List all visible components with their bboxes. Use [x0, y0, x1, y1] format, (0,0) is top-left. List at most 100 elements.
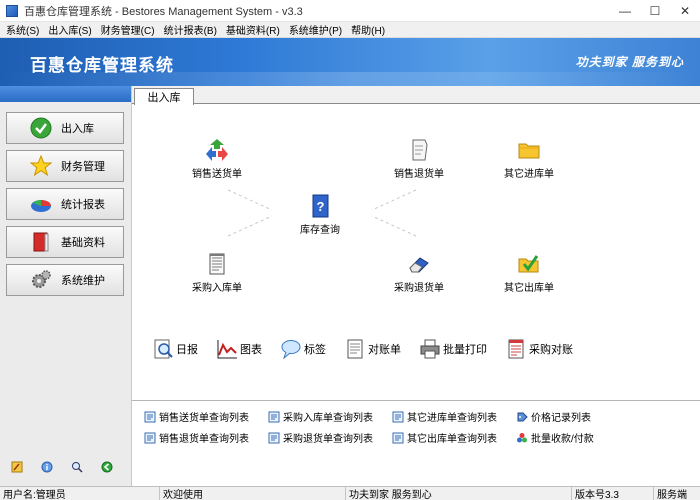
tool-row: 日报 图表 标签 对账单 批量打印 采购对账 — [152, 338, 591, 360]
folder-icon — [515, 136, 543, 164]
stock-query-label: 库存查询 — [300, 225, 340, 236]
main-content: 出入库 销售送货单 销售退货单 其它进库单 ? 库存查询 采购入库单 采购退货单… — [132, 86, 700, 486]
folder-check-icon — [515, 250, 543, 278]
link-label: 批量收款/付款 — [531, 434, 594, 445]
status-version: 版本号3.3 — [572, 487, 654, 500]
statement-label: 对账单 — [368, 344, 401, 356]
back-icon[interactable] — [100, 460, 114, 474]
sidebar: 出入库 财务管理 统计报表 基础资料 系统维护 — [0, 86, 132, 486]
svg-text:?: ? — [317, 199, 325, 214]
sidebar-item-reports[interactable]: 统计报表 — [6, 188, 124, 220]
chart-button[interactable]: 图表 — [216, 338, 262, 360]
daily-report-button[interactable]: 日报 — [152, 338, 198, 360]
other-in-button[interactable]: 其它进库单 — [504, 136, 554, 180]
status-bar: 用户名:管理员 欢迎使用 功夫到家 服务到心 版本号3.3 服务端 — [0, 486, 700, 500]
sidebar-item-maintenance[interactable]: 系统维护 — [6, 264, 124, 296]
sidebar-bottom-toolbar — [10, 460, 114, 474]
link-sales-delivery-list[interactable]: 销售送货单查询列表 — [144, 409, 268, 424]
app-icon — [6, 4, 18, 17]
link-price-record-list[interactable]: 价格记录列表 — [516, 409, 640, 424]
sidebar-header-strip — [0, 86, 131, 102]
link-other-out-list[interactable]: 其它出库单查询列表 — [392, 430, 516, 445]
status-user: 用户名:管理员 — [0, 487, 160, 500]
chart-label: 图表 — [240, 344, 262, 356]
purchase-reconcile-label: 采购对账 — [529, 344, 573, 356]
stock-query-button[interactable]: ? 库存查询 — [300, 192, 340, 236]
line-chart-icon — [216, 338, 238, 360]
sidebar-item-label: 基础资料 — [61, 237, 105, 249]
link-other-in-list[interactable]: 其它进库单查询列表 — [392, 409, 516, 424]
edit-icon[interactable] — [10, 460, 24, 474]
batch-print-button[interactable]: 批量打印 — [419, 338, 487, 360]
magnifier-icon — [152, 338, 174, 360]
sales-return-button[interactable]: 销售退货单 — [394, 136, 444, 180]
link-label: 其它进库单查询列表 — [407, 413, 497, 424]
price-icon — [516, 411, 528, 423]
maximize-icon[interactable]: ☐ — [640, 0, 670, 22]
link-label: 销售送货单查询列表 — [159, 413, 249, 424]
link-purchase-in-list[interactable]: 采购入库单查询列表 — [268, 409, 392, 424]
other-in-label: 其它进库单 — [504, 169, 554, 180]
menu-basic-data[interactable]: 基础资料(R) — [223, 22, 283, 37]
purchase-in-label: 采购入库单 — [192, 283, 242, 294]
label-label: 标签 — [304, 344, 326, 356]
search-icon[interactable] — [70, 460, 84, 474]
other-out-label: 其它出库单 — [504, 283, 554, 294]
menu-system[interactable]: 系统(S) — [3, 22, 42, 37]
list-icon — [392, 411, 404, 423]
menu-reports[interactable]: 统计报表(B) — [161, 22, 220, 37]
menu-help[interactable]: 帮助(H) — [348, 22, 388, 37]
header-banner: 百惠仓库管理系统 功夫到家 服务到心 — [0, 38, 700, 86]
sales-return-label: 销售退货单 — [394, 169, 444, 180]
close-icon[interactable]: ✕ — [670, 0, 700, 22]
sidebar-item-basic-data[interactable]: 基础资料 — [6, 226, 124, 258]
status-slogan: 功夫到家 服务到心 — [346, 487, 572, 500]
sidebar-item-label: 出入库 — [61, 123, 94, 135]
link-label: 其它出库单查询列表 — [407, 434, 497, 445]
statement-button[interactable]: 对账单 — [344, 338, 401, 360]
batch-print-label: 批量打印 — [443, 344, 487, 356]
recycle-icon — [203, 136, 231, 164]
flow-connectors — [227, 189, 417, 237]
purchase-reconcile-button[interactable]: 采购对账 — [505, 338, 573, 360]
eraser-icon — [405, 250, 433, 278]
window-controls: — ☐ ✕ — [610, 0, 700, 22]
daily-report-label: 日报 — [176, 344, 198, 356]
pie-chart-icon — [29, 192, 53, 216]
info-icon[interactable] — [40, 460, 54, 474]
link-label: 采购入库单查询列表 — [283, 413, 373, 424]
other-out-button[interactable]: 其它出库单 — [504, 250, 554, 294]
book-icon — [29, 230, 53, 254]
sidebar-item-finance[interactable]: 财务管理 — [6, 150, 124, 182]
link-label: 采购退货单查询列表 — [283, 434, 373, 445]
list-icon — [392, 432, 404, 444]
query-links-grid: 销售送货单查询列表 采购入库单查询列表 其它进库单查询列表 价格记录列表 销售退… — [144, 409, 640, 445]
minimize-icon[interactable]: — — [610, 0, 640, 22]
sidebar-item-stock-inout[interactable]: 出入库 — [6, 112, 124, 144]
star-icon — [29, 154, 53, 178]
list-icon — [144, 432, 156, 444]
list-icon — [268, 432, 280, 444]
purchase-return-button[interactable]: 采购退货单 — [394, 250, 444, 294]
speech-bubble-icon — [280, 338, 302, 360]
link-batch-payment[interactable]: 批量收款/付款 — [516, 430, 640, 445]
purchase-in-button[interactable]: 采购入库单 — [192, 250, 242, 294]
link-sales-return-list[interactable]: 销售退货单查询列表 — [144, 430, 268, 445]
scroll-icon — [405, 136, 433, 164]
menu-maintenance[interactable]: 系统维护(P) — [286, 22, 345, 37]
status-service: 服务端 — [657, 490, 687, 500]
menu-finance[interactable]: 财务管理(C) — [98, 22, 158, 37]
link-purchase-return-list[interactable]: 采购退货单查询列表 — [268, 430, 392, 445]
purchase-return-label: 采购退货单 — [394, 283, 444, 294]
document-icon — [344, 338, 366, 360]
list-icon — [268, 411, 280, 423]
query-links-panel: 销售送货单查询列表 采购入库单查询列表 其它进库单查询列表 价格记录列表 销售退… — [132, 400, 700, 486]
gears-icon — [29, 268, 53, 292]
menu-stock-inout[interactable]: 出入库(S) — [45, 22, 94, 37]
sales-delivery-button[interactable]: 销售送货单 — [192, 136, 242, 180]
balls-icon — [516, 432, 528, 444]
sidebar-item-label: 统计报表 — [61, 199, 105, 211]
notepad-icon — [203, 250, 231, 278]
sidebar-item-label: 系统维护 — [61, 275, 105, 287]
label-button[interactable]: 标签 — [280, 338, 326, 360]
